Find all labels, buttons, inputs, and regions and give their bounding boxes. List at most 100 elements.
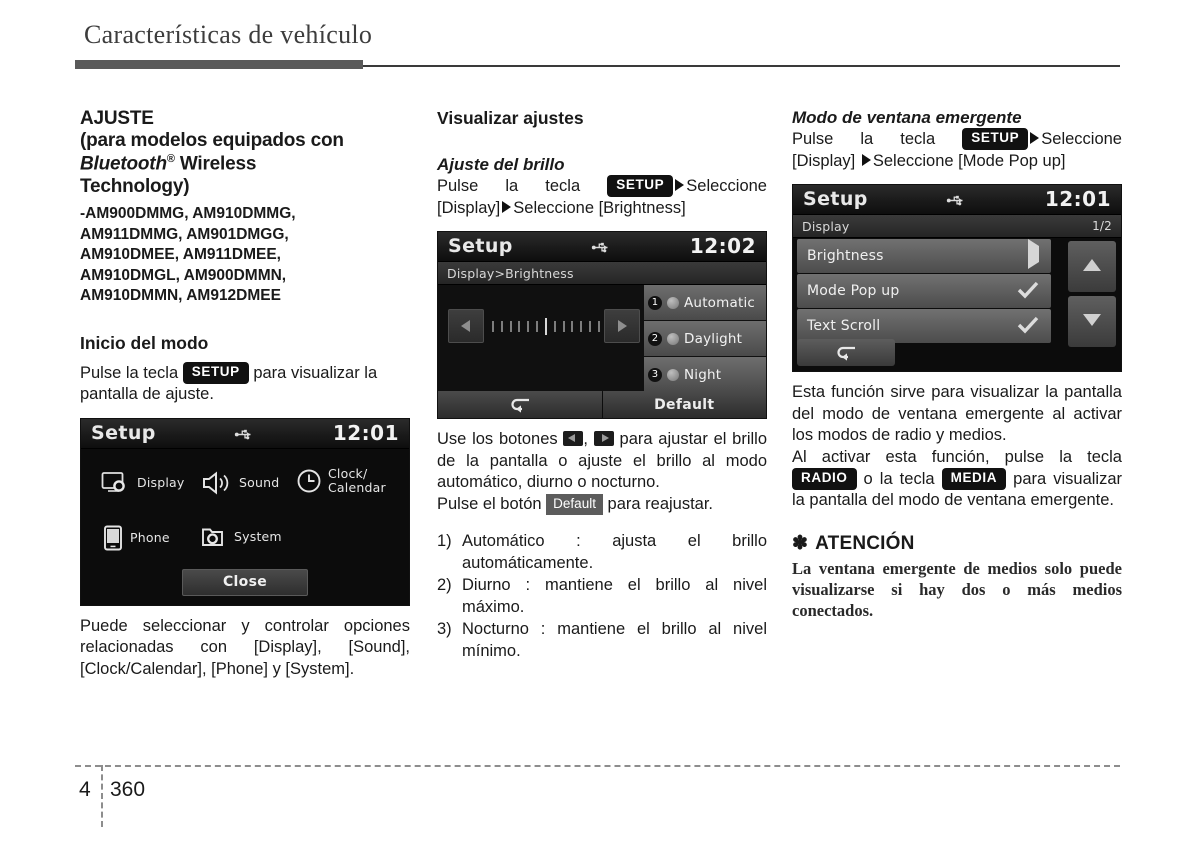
default-button[interactable]: Default: [602, 391, 766, 419]
setup-item-clock-calendar[interactable]: Clock/ Calendar: [296, 466, 386, 495]
radio-key-badge[interactable]: RADIO: [792, 468, 857, 490]
device-topbar: Setup 12:01: [793, 185, 1121, 216]
option-daylight[interactable]: 2 Daylight: [644, 321, 766, 357]
option-automatic-label: Automatic: [684, 294, 756, 311]
left-column: AJUSTE (para modelos equipados con Bluet…: [80, 108, 410, 680]
page-footer: 4 360: [0, 755, 1200, 845]
slider-decrease-button[interactable]: [448, 309, 484, 344]
caption-text-a: Use los botones: [437, 430, 564, 449]
row-brightness[interactable]: Brightness: [797, 239, 1051, 274]
device-clock: 12:01: [332, 420, 399, 445]
brightness-caption: Use los botones , para ajustar el brillo…: [437, 429, 767, 493]
setup-item-sound-label: Sound: [239, 474, 280, 490]
path-text-a: Pulse la tecla: [437, 177, 608, 196]
row-text-scroll[interactable]: Text Scroll: [797, 309, 1051, 344]
callout-number: 1: [648, 295, 662, 310]
default-caption: Pulse el botón Default para reajustar.: [437, 493, 767, 516]
slider-tick: [580, 320, 583, 332]
setup-item-display[interactable]: Display: [101, 471, 184, 496]
option-automatic[interactable]: 1 Automatic: [644, 285, 766, 321]
breadcrumb: Display 1/2: [793, 215, 1121, 239]
scroll-up-button[interactable]: [1068, 241, 1116, 293]
page-indicator: 1/2: [1092, 219, 1112, 234]
radio-icon[interactable]: [667, 296, 679, 309]
mode-start-instruction: Pulse la tecla SETUP para visualizar la …: [80, 362, 410, 406]
media-key-badge[interactable]: MEDIA: [941, 468, 1007, 490]
slider-tick: [518, 320, 521, 332]
slider-tick: [571, 320, 574, 332]
setup-key-badge[interactable]: SETUP: [607, 175, 674, 198]
setup-item-sound[interactable]: Sound: [201, 471, 279, 495]
option-night[interactable]: 3 Night: [644, 357, 766, 393]
caption-text-b: ,: [583, 430, 594, 449]
popup-path-instruction: Pulse la tecla SETUP Seleccione [Display]…: [792, 128, 1122, 172]
slider-increase-button[interactable]: [604, 309, 640, 344]
slider-tick: [509, 320, 512, 332]
callout-number: 3: [648, 367, 662, 382]
path-text-a: Pulse la tecla: [792, 130, 963, 149]
slider-tick: [553, 320, 556, 332]
caption-text-e: para reajustar.: [602, 494, 714, 513]
device-screenshot-display-list: Setup 12:01 Display 1/2 Brightness Mode …: [792, 184, 1122, 373]
subtitle-inicio-del-modo: Inicio del modo: [80, 333, 209, 353]
mode-start-text-a: Pulse la tecla: [80, 364, 183, 382]
manual-page: Características de vehículo AJUSTE (para…: [0, 0, 1200, 845]
right-column: Modo de ventana emergente Pulse la tecla…: [792, 108, 1122, 621]
list-item-text: Diurno : mantiene el brillo al nivel máx…: [462, 576, 767, 616]
page-title: Características de vehículo: [84, 20, 373, 49]
close-button[interactable]: Close: [182, 568, 308, 596]
chevron-right-icon: [861, 153, 871, 166]
section-title-line4: Technology): [80, 175, 190, 197]
device-title: Setup: [803, 188, 868, 211]
usb-icon: [234, 429, 251, 440]
folder-gear-icon: [202, 528, 223, 546]
warning-title: ✽ ATENCIÓN: [792, 532, 1122, 555]
chevron-right-icon: [502, 200, 512, 213]
path-text-c: Seleccione [Mode Pop up]: [872, 151, 1066, 170]
list-item-text: Nocturno : mantiene el brillo al nivel m…: [462, 620, 767, 660]
device-bottom-bar: Default: [438, 391, 766, 419]
back-arrow-icon: [837, 346, 855, 361]
option-daylight-label: Daylight: [684, 330, 743, 347]
device-screenshot-brightness: Setup 12:02 Display>Brightness 1 Automat…: [437, 231, 767, 420]
setup-item-system-label: System: [234, 528, 282, 544]
display-gear-icon: [101, 471, 125, 492]
list-item-text: Automático : ajusta el brillo automática…: [462, 532, 767, 572]
scroll-down-button[interactable]: [1068, 296, 1116, 348]
radio-icon[interactable]: [667, 332, 679, 345]
slider-tick: [527, 320, 530, 332]
back-arrow-icon: [511, 398, 529, 413]
slider-ticks: [492, 317, 600, 335]
radio-icon[interactable]: [667, 368, 679, 381]
row-mode-pop-up[interactable]: Mode Pop up: [797, 274, 1051, 309]
setup-key-badge[interactable]: SETUP: [962, 128, 1029, 151]
back-button[interactable]: [797, 339, 895, 367]
clock-icon: [297, 469, 321, 493]
warning-title-text: ATENCIÓN: [815, 532, 915, 554]
setup-item-system[interactable]: System: [201, 525, 282, 549]
asterisk-icon: ✽: [792, 532, 809, 554]
chapter-number: 4: [79, 778, 91, 801]
slider-tick: [492, 320, 494, 332]
registered-mark: ®: [166, 152, 175, 165]
default-key-badge[interactable]: Default: [546, 493, 603, 516]
list-item-number: 3): [437, 620, 452, 639]
slider-tick: [536, 320, 539, 332]
popup-keys-paragraph: Al activar esta función, pulse la tecla …: [792, 447, 1122, 512]
callout-number: 2: [648, 331, 662, 346]
para2-text-b: o la tecla: [856, 470, 942, 489]
row-mode-pop-up-label: Mode Pop up: [807, 283, 900, 300]
section-title-ajuste: AJUSTE (para modelos equipados con Bluet…: [80, 108, 410, 198]
caption-text-d: Pulse el botón: [437, 494, 547, 513]
device-title: Setup: [91, 421, 156, 444]
header-rule-thick: [75, 60, 363, 69]
section-title-line2: (para modelos equipados con: [80, 130, 344, 152]
back-button[interactable]: [438, 391, 602, 419]
slider-tick-active: [544, 317, 547, 335]
device-topbar: Setup 12:02: [438, 232, 766, 263]
slider-tick: [589, 320, 592, 332]
setup-key-badge[interactable]: SETUP: [182, 362, 249, 384]
chevron-right-icon: [675, 179, 685, 192]
brightness-slider[interactable]: [444, 309, 644, 344]
setup-item-phone[interactable]: Phone: [103, 525, 170, 551]
